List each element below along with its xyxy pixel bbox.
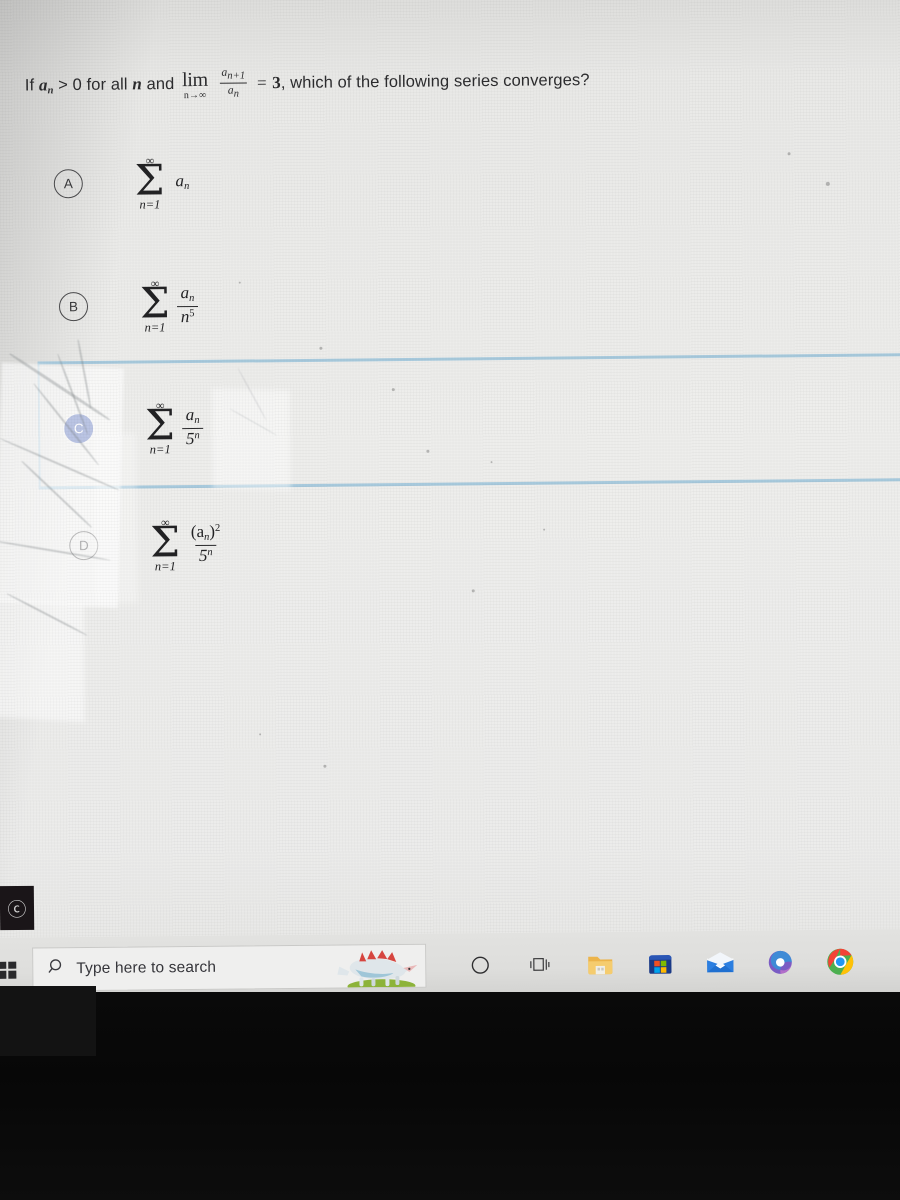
- limit-label: lim: [181, 68, 208, 92]
- sigma-symbol: Σ: [134, 155, 165, 205]
- sigma-b: ∞ Σ n=1: [139, 276, 170, 335]
- windows-taskbar: Type here to search: [0, 928, 900, 1002]
- operand-numerator-d: (an)2: [190, 522, 221, 544]
- equals-sign: =: [255, 73, 268, 93]
- dust-speck: [543, 528, 546, 531]
- stegosaurus-bing-illustration: [337, 950, 418, 988]
- limit-subscript: n→∞: [183, 89, 207, 102]
- question-text: If an > 0 for all n and lim n→∞ an+1 an …: [25, 63, 765, 103]
- dust-speck: [391, 388, 395, 392]
- dust-speck: [319, 346, 323, 350]
- dust-speck: [787, 152, 791, 156]
- dust-speck: [825, 181, 830, 186]
- expression-a: ∞ Σ n=1 an: [134, 153, 194, 212]
- file-explorer-icon[interactable]: [570, 933, 631, 996]
- ratio-numerator: an+1: [221, 66, 246, 82]
- operand-c: an 5n: [181, 405, 204, 449]
- radio-bubble-c[interactable]: C: [64, 413, 94, 443]
- operand-a: an: [171, 171, 193, 193]
- limit-value: 3: [272, 72, 281, 93]
- radio-bubble-a[interactable]: A: [53, 168, 83, 198]
- window-glare-reflection-mid: [211, 388, 291, 491]
- microsoft-store-icon[interactable]: [630, 932, 691, 995]
- question-suffix: , which of the following series converge…: [280, 71, 590, 92]
- operand-numerator-c: an: [185, 405, 200, 427]
- dust-speck: [259, 733, 262, 736]
- choice-option-a[interactable]: A ∞ Σ n=1 an: [53, 153, 194, 212]
- mail-icon[interactable]: [690, 932, 751, 995]
- limit-operator: lim n→∞: [181, 68, 208, 102]
- operand-numerator-a: an: [175, 171, 190, 193]
- branch-shadow: [6, 592, 88, 637]
- sigma-lower-limit: n=1: [139, 197, 161, 212]
- choice-option-c[interactable]: C ∞ Σ n=1 an 5n: [64, 398, 204, 457]
- screen-area: If an > 0 for all n and lim n→∞ an+1 an …: [0, 0, 900, 994]
- task-view-icon[interactable]: [510, 933, 571, 996]
- cortana-icon[interactable]: [450, 934, 511, 997]
- search-placeholder-text: Type here to search: [76, 958, 217, 978]
- operand-numerator-b: an: [180, 283, 195, 305]
- sigma-symbol: Σ: [144, 400, 176, 450]
- ratio-denominator: an: [219, 82, 248, 100]
- microsoft-365-icon[interactable]: [750, 931, 811, 994]
- question-conjunction: and: [146, 75, 175, 94]
- sigma-a: ∞ Σ n=1: [134, 153, 165, 212]
- sigma-c: ∞ Σ n=1: [144, 398, 176, 457]
- expression-c: ∞ Σ n=1 an 5n: [144, 398, 204, 457]
- ratio-fraction: an+1 an: [219, 66, 248, 100]
- dust-speck: [426, 449, 430, 453]
- start-button[interactable]: [0, 961, 32, 979]
- branch-shadow: [236, 367, 267, 421]
- branch-shadow: [229, 408, 277, 436]
- question-condition: > 0 for all: [58, 75, 128, 95]
- dust-speck: [323, 764, 327, 768]
- variable-a: an: [38, 75, 54, 97]
- sigma-lower-limit: n=1: [144, 320, 166, 335]
- sigma-lower-limit: n=1: [154, 558, 176, 574]
- choice-option-b[interactable]: B ∞ Σ n=1 an n5: [58, 276, 199, 335]
- google-chrome-icon[interactable]: [810, 930, 871, 993]
- operand-denominator-b: n5: [176, 305, 199, 327]
- operand-d: (an)2 5n: [187, 522, 225, 565]
- radio-bubble-d[interactable]: D: [69, 530, 99, 560]
- question-prefix: If: [24, 76, 35, 95]
- monitor-photo: If an > 0 for all n and lim n→∞ an+1 an …: [0, 0, 900, 1200]
- dust-speck: [238, 281, 241, 284]
- radio-bubble-b[interactable]: B: [58, 291, 89, 321]
- search-icon: [47, 957, 66, 981]
- dust-speck: [490, 461, 493, 464]
- operand-b: an n5: [176, 283, 199, 327]
- sigma-symbol: Σ: [139, 278, 170, 328]
- window-glare-reflection-lower: [0, 598, 85, 723]
- operand-denominator-d: 5n: [194, 544, 217, 565]
- operand-denominator-c: 5n: [181, 427, 204, 449]
- branch-shadow: [77, 339, 92, 409]
- search-input[interactable]: Type here to search: [32, 943, 427, 992]
- sigma-d: ∞ Σ n=1: [150, 515, 181, 574]
- expression-d: ∞ Σ n=1 (an)2 5n: [150, 515, 225, 574]
- side-app-badge: ⓒ: [0, 885, 35, 931]
- dust-speck: [471, 589, 475, 593]
- sigma-symbol: Σ: [150, 517, 181, 567]
- taskbar-icon-group: [450, 930, 871, 996]
- variable-n: n: [132, 74, 142, 94]
- windows-logo-icon: [0, 961, 16, 979]
- expression-b: ∞ Σ n=1 an n5: [139, 276, 199, 335]
- monitor-bezel: [0, 992, 900, 1200]
- sigma-lower-limit: n=1: [149, 441, 171, 457]
- choice-option-d[interactable]: D ∞ Σ n=1 (an)2 5n: [69, 515, 225, 574]
- monitor-bezel-step: [0, 986, 96, 1056]
